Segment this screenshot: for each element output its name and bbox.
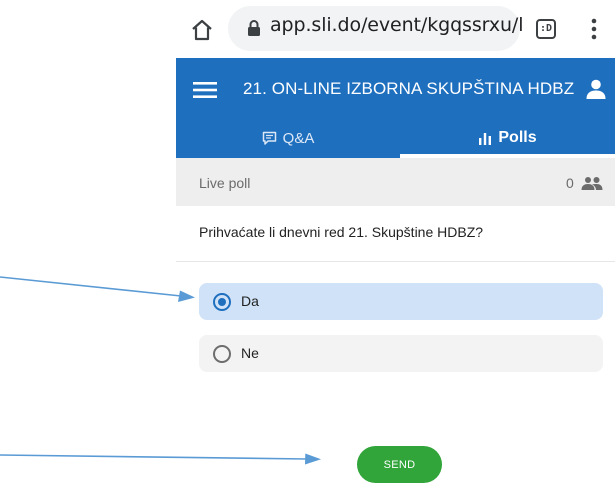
tab-polls[interactable]: Polls bbox=[400, 118, 615, 158]
participant-count: 0 bbox=[566, 175, 574, 191]
home-icon[interactable] bbox=[190, 18, 214, 42]
tab-qa-label: Q&A bbox=[282, 129, 315, 147]
bar-chart-icon bbox=[479, 133, 492, 145]
send-button[interactable]: SEND bbox=[357, 446, 442, 483]
speech-bubble-icon bbox=[262, 131, 276, 145]
hamburger-menu-icon[interactable] bbox=[193, 81, 217, 99]
poll-option-label: Ne bbox=[241, 345, 259, 361]
radio-unchecked-icon[interactable] bbox=[213, 345, 231, 363]
tab-qa[interactable]: Q&A bbox=[176, 118, 400, 158]
live-poll-label: Live poll bbox=[199, 175, 251, 191]
event-title: 21. ON-LINE IZBORNA SKUPŠTINA HDBZ bbox=[243, 79, 575, 98]
user-icon[interactable] bbox=[585, 78, 607, 100]
poll-option-label: Da bbox=[241, 293, 259, 309]
tab-polls-label: Polls bbox=[498, 129, 537, 146]
address-bar-url[interactable]: app.sli.do/event/kgqssrxu/l bbox=[270, 14, 524, 36]
arrow-to-send-button bbox=[0, 453, 321, 465]
divider bbox=[176, 261, 615, 262]
kebab-menu-icon[interactable] bbox=[590, 18, 598, 40]
arrow-to-option-da bbox=[0, 276, 195, 302]
screenshot-root: app.sli.do/event/kgqssrxu/l :D 21. ON-LI… bbox=[0, 0, 615, 495]
radio-checked-icon[interactable] bbox=[213, 293, 231, 311]
poll-option-da[interactable]: Da bbox=[199, 283, 603, 320]
people-icon bbox=[581, 177, 603, 190]
poll-question: Prihvaćate li dnevni red 21. Skupštine H… bbox=[199, 224, 484, 240]
poll-option-ne[interactable]: Ne bbox=[199, 335, 603, 372]
lock-icon bbox=[248, 20, 260, 36]
tabs-icon[interactable]: :D bbox=[536, 19, 556, 39]
